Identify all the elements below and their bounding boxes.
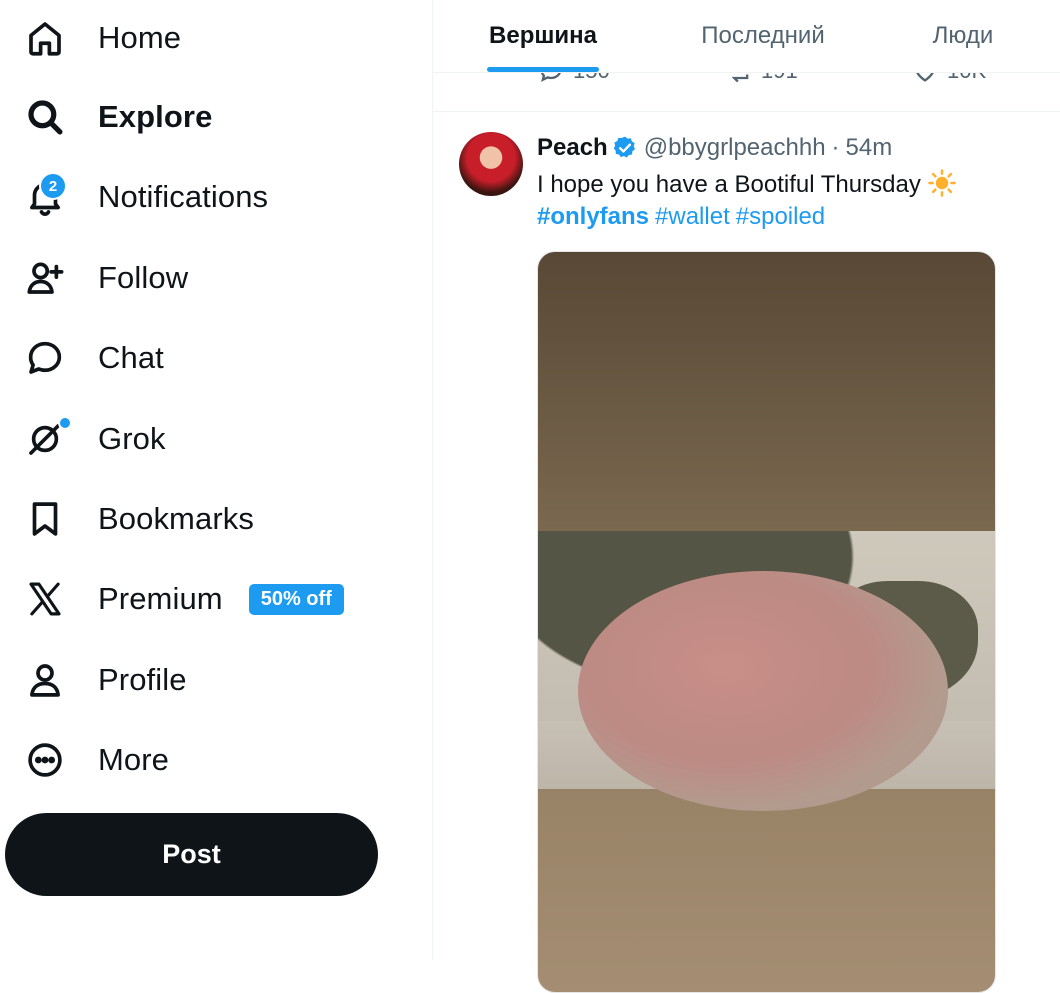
tab-latest[interactable]: Последний [673, 0, 853, 72]
sidebar-item-grok[interactable]: Grok [22, 409, 422, 469]
heart-icon [916, 73, 934, 82]
bookmark-icon [22, 496, 68, 542]
x-logo-icon [22, 576, 68, 622]
sidebar-item-follow[interactable]: Follow [22, 248, 422, 308]
home-icon [22, 15, 68, 61]
bell-icon: 2 [22, 172, 68, 220]
reply-count: 150 [573, 73, 610, 84]
sidebar-item-label: Bookmarks [98, 501, 254, 536]
hashtag-link[interactable]: #onlyfans [537, 203, 649, 230]
repost-button[interactable]: 191 [725, 73, 798, 85]
author-name[interactable]: Peach [537, 134, 608, 162]
avatar[interactable] [459, 132, 523, 196]
sidebar-item-label: Home [98, 20, 182, 55]
author-handle[interactable]: @bbygrlpeachhh [644, 134, 826, 162]
sidebar-item-bookmarks[interactable]: Bookmarks [22, 489, 422, 549]
sidebar: Home Explore 2 Notifications Follow Chat… [0, 0, 432, 960]
sidebar-item-profile[interactable]: Profile [22, 650, 422, 710]
like-button[interactable]: 10K [911, 73, 986, 85]
sidebar-item-more[interactable]: More [22, 730, 422, 790]
person-icon [22, 657, 68, 703]
tweet-media[interactable] [537, 251, 996, 993]
sidebar-item-home[interactable]: Home [22, 8, 422, 68]
sidebar-item-label: Chat [98, 340, 164, 375]
separator: · [831, 134, 840, 161]
hashtag-link[interactable]: #spoiled [736, 203, 825, 230]
hashtags: #onlyfans #wallet #spoiled [537, 201, 1037, 233]
sidebar-item-explore[interactable]: Explore [22, 87, 422, 147]
notification-badge: 2 [39, 172, 67, 200]
sidebar-item-label: Notifications [98, 179, 269, 214]
sidebar-item-label: Explore [98, 99, 213, 134]
reply-button[interactable]: 150 [537, 73, 610, 85]
more-icon [22, 737, 68, 783]
tweet-body: I hope you have a Bootiful Thursday [537, 171, 921, 198]
repost-count: 191 [761, 73, 798, 84]
tweet-time[interactable]: 54m [846, 134, 893, 162]
follow-icon [22, 255, 68, 301]
verified-badge-icon [613, 136, 635, 158]
sidebar-item-label: Grok [98, 421, 166, 456]
repost-icon [731, 74, 749, 83]
hashtag-link[interactable]: #wallet [655, 203, 730, 230]
sidebar-item-label: Premium [98, 581, 223, 616]
tweet-header: Peach @bbygrlpeachhh · 54m [537, 134, 892, 162]
grok-dot [58, 416, 72, 430]
sun-icon [928, 169, 956, 197]
tab-top[interactable]: Вершина [463, 0, 623, 72]
chat-icon [22, 335, 68, 381]
search-tabs: Вершина Последний Люди [433, 0, 1060, 72]
main-column: Вершина Последний Люди 150 191 10K Peach [432, 0, 1060, 993]
tweet[interactable]: Peach @bbygrlpeachhh · 54m I hope you ha… [433, 112, 1060, 993]
tweet-text: I hope you have a Bootiful Thursday #onl… [537, 168, 1037, 233]
post-button[interactable]: Post [5, 813, 378, 896]
tweet-photo [538, 531, 995, 811]
sidebar-item-premium[interactable]: Premium 50% off [22, 569, 422, 629]
search-icon [22, 94, 68, 140]
like-count: 10K [947, 73, 986, 84]
previous-tweet-actions: 150 191 10K [433, 72, 1060, 112]
sidebar-item-label: More [98, 742, 170, 777]
tab-label: Последний [701, 22, 825, 49]
premium-promo-badge: 50% off [248, 583, 344, 615]
grok-icon [22, 416, 72, 462]
sidebar-item-notifications[interactable]: 2 Notifications [22, 167, 422, 227]
tab-people[interactable]: Люди [903, 0, 1023, 72]
tab-label: Вершина [489, 22, 597, 49]
sidebar-item-label: Follow [98, 260, 189, 295]
tab-label: Люди [932, 22, 994, 49]
sidebar-item-label: Profile [98, 662, 187, 697]
sidebar-item-chat[interactable]: Chat [22, 328, 422, 388]
reply-icon [540, 73, 561, 82]
